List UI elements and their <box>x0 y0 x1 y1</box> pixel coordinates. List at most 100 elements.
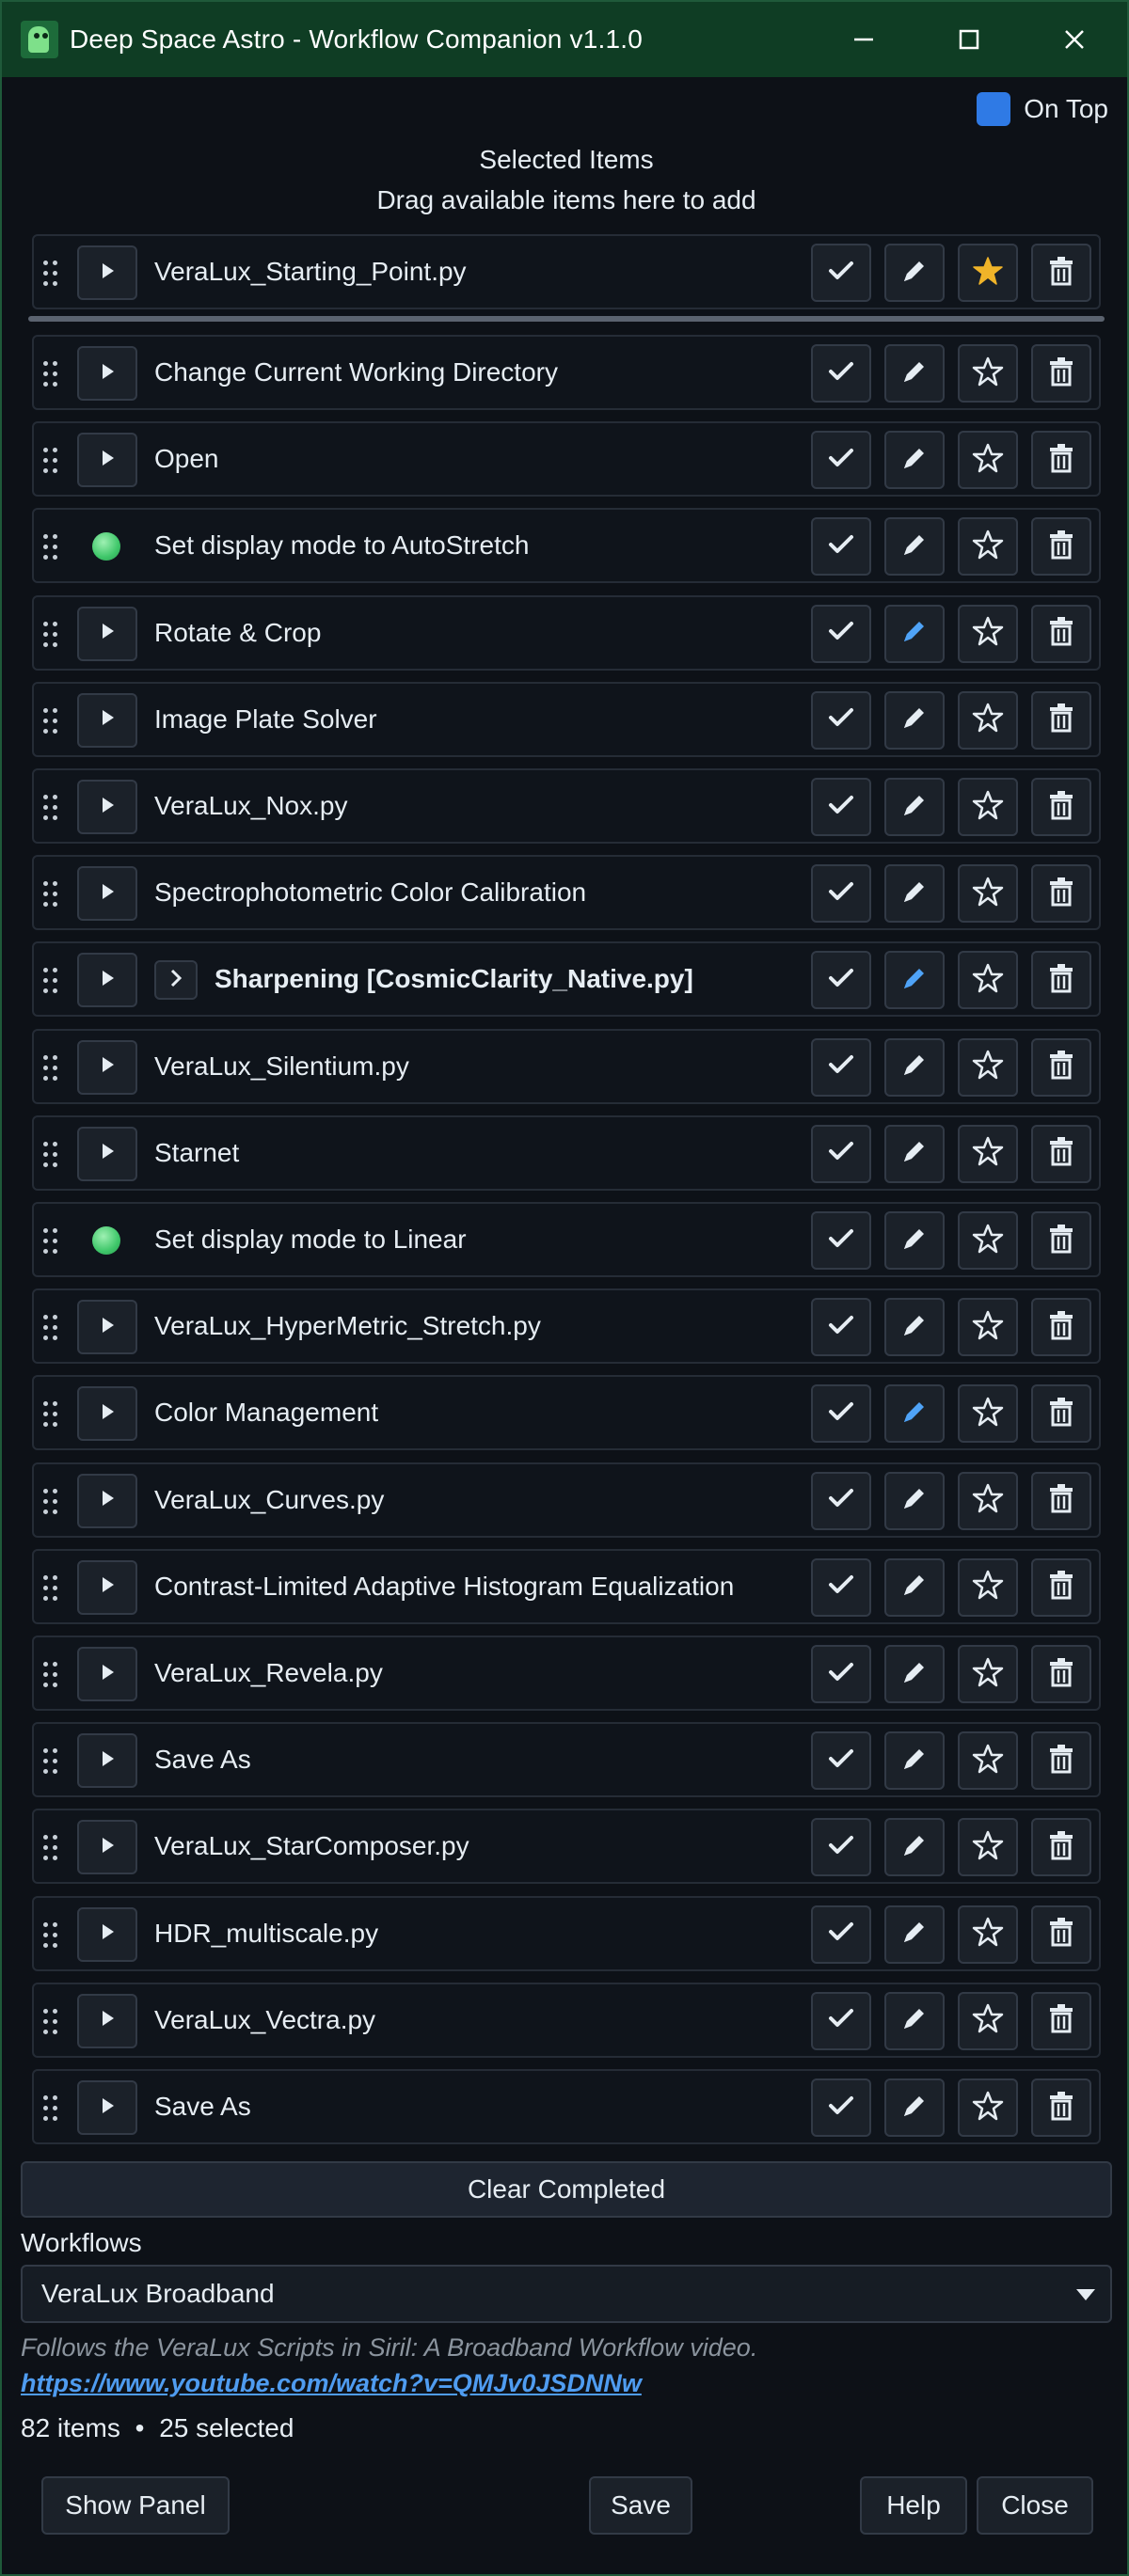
favorite-button[interactable] <box>958 344 1018 403</box>
run-step-button[interactable] <box>77 1300 137 1355</box>
favorite-button[interactable] <box>958 517 1018 577</box>
mark-complete-button[interactable] <box>811 1991 871 2050</box>
favorite-button[interactable] <box>958 1904 1018 1964</box>
mark-complete-button[interactable] <box>811 431 871 490</box>
close-dialog-button[interactable]: Close <box>977 2476 1093 2535</box>
workflow-item-row[interactable]: VeraLux_Nox.py <box>32 768 1101 844</box>
drag-handle-icon[interactable] <box>43 1401 62 1428</box>
edit-button[interactable] <box>884 344 945 403</box>
delete-button[interactable] <box>1031 1818 1091 1877</box>
edit-button[interactable] <box>884 1904 945 1964</box>
delete-button[interactable] <box>1031 1298 1091 1357</box>
favorite-button[interactable] <box>958 951 1018 1010</box>
run-step-button[interactable] <box>77 1820 137 1875</box>
mark-complete-button[interactable] <box>811 1471 871 1530</box>
drag-handle-icon[interactable] <box>43 707 62 735</box>
favorite-button[interactable] <box>958 1298 1018 1357</box>
workflow-item-row[interactable]: Spectrophotometric Color Calibration <box>32 855 1101 931</box>
delete-button[interactable] <box>1031 1211 1091 1270</box>
mark-complete-button[interactable] <box>811 951 871 1010</box>
edit-button[interactable] <box>884 517 945 577</box>
favorite-button[interactable] <box>958 1384 1018 1444</box>
mark-complete-button[interactable] <box>811 2078 871 2137</box>
delete-button[interactable] <box>1031 604 1091 663</box>
edit-button[interactable] <box>884 864 945 924</box>
workflow-item-row[interactable]: Image Plate Solver <box>32 681 1101 757</box>
edit-button[interactable] <box>884 690 945 750</box>
drag-handle-icon[interactable] <box>43 1141 62 1168</box>
minimize-button[interactable] <box>811 2 916 77</box>
favorite-button[interactable] <box>958 690 1018 750</box>
edit-button[interactable] <box>884 244 945 302</box>
mark-complete-button[interactable] <box>811 344 871 403</box>
mark-complete-button[interactable] <box>811 690 871 750</box>
delete-button[interactable] <box>1031 778 1091 836</box>
favorite-button[interactable] <box>958 864 1018 924</box>
pinned-divider[interactable] <box>28 316 1105 322</box>
maximize-button[interactable] <box>916 2 1022 77</box>
on-top-checkbox[interactable] <box>977 92 1011 126</box>
mark-complete-button[interactable] <box>811 244 871 302</box>
run-step-button[interactable] <box>77 692 137 748</box>
drag-handle-icon[interactable] <box>43 1228 62 1255</box>
drag-handle-icon[interactable] <box>43 621 62 648</box>
drag-handle-icon[interactable] <box>43 534 62 561</box>
favorite-button[interactable] <box>958 1645 1018 1703</box>
run-step-button[interactable] <box>77 2080 137 2135</box>
edit-button[interactable] <box>884 951 945 1010</box>
run-step-button[interactable] <box>77 606 137 661</box>
drag-handle-icon[interactable] <box>43 1921 62 1949</box>
save-button[interactable]: Save <box>589 2476 692 2535</box>
run-step-button[interactable] <box>77 1647 137 1701</box>
close-button[interactable] <box>1022 2 1127 77</box>
workflow-item-row[interactable]: Set display mode to Linear <box>32 1202 1101 1277</box>
run-step-button[interactable] <box>77 780 137 834</box>
run-step-button[interactable] <box>77 953 137 1008</box>
mark-complete-button[interactable] <box>811 1037 871 1097</box>
favorite-button[interactable] <box>958 1211 1018 1270</box>
mark-complete-button[interactable] <box>811 604 871 663</box>
edit-button[interactable] <box>884 1298 945 1357</box>
edit-button[interactable] <box>884 604 945 663</box>
workflow-item-row[interactable]: Color Management <box>32 1375 1101 1451</box>
delete-button[interactable] <box>1031 431 1091 490</box>
workflow-item-row[interactable]: Save As <box>32 1722 1101 1798</box>
run-step-button[interactable] <box>77 1386 137 1442</box>
drag-handle-icon[interactable] <box>43 881 62 908</box>
run-step-button[interactable] <box>77 1559 137 1615</box>
run-step-button[interactable] <box>77 1993 137 2048</box>
edit-button[interactable] <box>884 1731 945 1791</box>
workflow-item-row[interactable]: VeraLux_Curves.py <box>32 1462 1101 1538</box>
favorite-button[interactable] <box>958 1818 1018 1877</box>
workflow-item-row[interactable]: Change Current Working Directory <box>32 335 1101 410</box>
drag-handle-icon[interactable] <box>43 968 62 994</box>
favorite-button[interactable] <box>958 2078 1018 2137</box>
drag-handle-icon[interactable] <box>43 2095 62 2122</box>
help-button[interactable]: Help <box>860 2476 967 2535</box>
mark-complete-button[interactable] <box>811 1211 871 1270</box>
drag-handle-icon[interactable] <box>43 2008 62 2035</box>
workflow-item-row[interactable]: Sharpening [CosmicClarity_Native.py] <box>32 941 1101 1018</box>
run-step-button[interactable] <box>77 346 137 401</box>
edit-button[interactable] <box>884 431 945 490</box>
run-step-button[interactable] <box>77 1039 137 1095</box>
edit-button[interactable] <box>884 778 945 836</box>
mark-complete-button[interactable] <box>811 1384 871 1444</box>
workflow-item-row[interactable]: VeraLux_Vectra.py <box>32 1982 1101 2058</box>
show-panel-button[interactable]: Show Panel <box>41 2476 230 2535</box>
run-step-button[interactable] <box>77 866 137 922</box>
drag-handle-icon[interactable] <box>43 795 62 821</box>
workflow-item-row[interactable]: VeraLux_HyperMetric_Stretch.py <box>32 1288 1101 1365</box>
edit-button[interactable] <box>884 1645 945 1703</box>
workflow-select[interactable]: VeraLux Broadband <box>21 2265 1112 2323</box>
drag-handle-icon[interactable] <box>43 361 62 387</box>
favorite-button[interactable] <box>958 778 1018 836</box>
mark-complete-button[interactable] <box>811 1731 871 1791</box>
edit-button[interactable] <box>884 1384 945 1444</box>
workflow-item-row[interactable]: VeraLux_Revela.py <box>32 1636 1101 1711</box>
workflow-item-row[interactable]: Save As <box>32 2069 1101 2144</box>
mark-complete-button[interactable] <box>811 1904 871 1964</box>
delete-button[interactable] <box>1031 1471 1091 1530</box>
favorite-button[interactable] <box>958 604 1018 663</box>
favorite-button[interactable] <box>958 1037 1018 1097</box>
